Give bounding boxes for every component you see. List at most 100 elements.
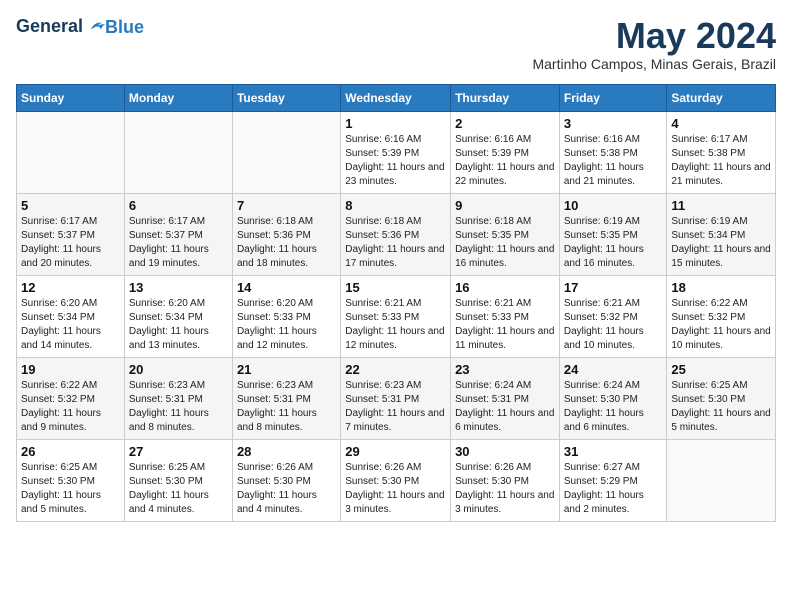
calendar-cell: 5 Sunrise: 6:17 AMSunset: 5:37 PMDaylight… <box>17 193 125 275</box>
calendar-cell: 30Sunrise: 6:26 AMSunset: 5:30 PMDayligh… <box>451 439 560 521</box>
weekday-header-row: SundayMondayTuesdayWednesdayThursdayFrid… <box>17 84 776 111</box>
calendar-cell: 12 Sunrise: 6:20 AMSunset: 5:34 PMDayligh… <box>17 275 125 357</box>
calendar-week-5: 26 Sunrise: 6:25 AMSunset: 5:30 PMDayligh… <box>17 439 776 521</box>
day-number: 24 <box>564 362 663 377</box>
day-number: 4 <box>671 116 771 131</box>
day-number: 23 <box>455 362 555 377</box>
calendar-week-4: 19 Sunrise: 6:22 AMSunset: 5:32 PMDayligh… <box>17 357 776 439</box>
day-number: 13 <box>129 280 228 295</box>
day-info: Sunrise: 6:20 AMSunset: 5:33 PMDaylight:… <box>237 297 336 353</box>
calendar-cell: 13 Sunrise: 6:20 AMSunset: 5:34 PMDayligh… <box>124 275 232 357</box>
calendar-cell: 17Sunrise: 6:21 AMSunset: 5:32 PMDayligh… <box>559 275 667 357</box>
day-info: Sunrise: 6:17 AMSunset: 5:37 PMDaylight:… <box>21 215 120 271</box>
day-info: Sunrise: 6:18 AMSunset: 5:36 PMDaylight:… <box>237 215 336 271</box>
day-info: Sunrise: 6:24 AMSunset: 5:30 PMDaylight:… <box>564 379 663 435</box>
day-number: 10 <box>564 198 663 213</box>
calendar-cell: 15 Sunrise: 6:21 AMSunset: 5:33 PMDayligh… <box>341 275 451 357</box>
day-number: 17 <box>564 280 663 295</box>
calendar-cell: 24 Sunrise: 6:24 AMSunset: 5:30 PMDayligh… <box>559 357 667 439</box>
logo-text: General <box>16 16 107 38</box>
location: Martinho Campos, Minas Gerais, Brazil <box>532 56 776 72</box>
calendar-cell: 8 Sunrise: 6:18 AMSunset: 5:36 PMDaylight… <box>341 193 451 275</box>
title-block: May 2024 Martinho Campos, Minas Gerais, … <box>532 16 776 72</box>
day-info: Sunrise: 6:18 AMSunset: 5:35 PMDaylight:… <box>455 215 555 271</box>
day-number: 15 <box>345 280 446 295</box>
day-info: Sunrise: 6:17 AMSunset: 5:38 PMDaylight:… <box>671 133 771 189</box>
day-number: 21 <box>237 362 336 377</box>
day-info: Sunrise: 6:19 AMSunset: 5:35 PMDaylight:… <box>564 215 663 271</box>
day-info: Sunrise: 6:22 AMSunset: 5:32 PMDaylight:… <box>671 297 771 353</box>
day-info: Sunrise: 6:18 AMSunset: 5:36 PMDaylight:… <box>345 215 446 271</box>
calendar-cell: 23Sunrise: 6:24 AMSunset: 5:31 PMDayligh… <box>451 357 560 439</box>
day-number: 22 <box>345 362 446 377</box>
day-number: 20 <box>129 362 228 377</box>
month-title: May 2024 <box>532 16 776 56</box>
calendar-cell: 20 Sunrise: 6:23 AMSunset: 5:31 PMDayligh… <box>124 357 232 439</box>
day-info: Sunrise: 6:23 AMSunset: 5:31 PMDaylight:… <box>237 379 336 435</box>
day-info: Sunrise: 6:22 AMSunset: 5:32 PMDaylight:… <box>21 379 120 435</box>
calendar-cell: 29Sunrise: 6:26 AMSunset: 5:30 PMDayligh… <box>341 439 451 521</box>
calendar-cell: 28 Sunrise: 6:26 AMSunset: 5:30 PMDayligh… <box>232 439 340 521</box>
calendar-week-3: 12 Sunrise: 6:20 AMSunset: 5:34 PMDayligh… <box>17 275 776 357</box>
weekday-header-saturday: Saturday <box>667 84 776 111</box>
day-number: 30 <box>455 444 555 459</box>
day-info: Sunrise: 6:23 AMSunset: 5:31 PMDaylight:… <box>345 379 446 435</box>
calendar-cell <box>667 439 776 521</box>
weekday-header-friday: Friday <box>559 84 667 111</box>
calendar-cell: 25Sunrise: 6:25 AMSunset: 5:30 PMDayligh… <box>667 357 776 439</box>
calendar-cell: 4 Sunrise: 6:17 AMSunset: 5:38 PMDaylight… <box>667 111 776 193</box>
calendar-body: 1 Sunrise: 6:16 AMSunset: 5:39 PMDaylight… <box>17 111 776 521</box>
calendar-cell: 31Sunrise: 6:27 AMSunset: 5:29 PMDayligh… <box>559 439 667 521</box>
day-number: 2 <box>455 116 555 131</box>
calendar-cell: 16 Sunrise: 6:21 AMSunset: 5:33 PMDayligh… <box>451 275 560 357</box>
day-number: 12 <box>21 280 120 295</box>
logo-bird-icon <box>85 16 107 38</box>
calendar-cell: 6Sunrise: 6:17 AMSunset: 5:37 PMDaylight… <box>124 193 232 275</box>
calendar-cell: 19 Sunrise: 6:22 AMSunset: 5:32 PMDayligh… <box>17 357 125 439</box>
day-number: 3 <box>564 116 663 131</box>
day-info: Sunrise: 6:21 AMSunset: 5:33 PMDaylight:… <box>345 297 446 353</box>
calendar-cell: 10 Sunrise: 6:19 AMSunset: 5:35 PMDayligh… <box>559 193 667 275</box>
day-number: 1 <box>345 116 446 131</box>
day-number: 9 <box>455 198 555 213</box>
calendar-cell: 26 Sunrise: 6:25 AMSunset: 5:30 PMDayligh… <box>17 439 125 521</box>
day-number: 28 <box>237 444 336 459</box>
weekday-header-wednesday: Wednesday <box>341 84 451 111</box>
calendar-cell: 7 Sunrise: 6:18 AMSunset: 5:36 PMDaylight… <box>232 193 340 275</box>
day-number: 7 <box>237 198 336 213</box>
weekday-header-monday: Monday <box>124 84 232 111</box>
calendar-cell <box>17 111 125 193</box>
calendar-cell: 9 Sunrise: 6:18 AMSunset: 5:35 PMDaylight… <box>451 193 560 275</box>
day-number: 26 <box>21 444 120 459</box>
weekday-header-thursday: Thursday <box>451 84 560 111</box>
day-number: 11 <box>671 198 771 213</box>
calendar-cell: 14 Sunrise: 6:20 AMSunset: 5:33 PMDayligh… <box>232 275 340 357</box>
day-info: Sunrise: 6:16 AMSunset: 5:39 PMDaylight:… <box>345 133 446 189</box>
day-info: Sunrise: 6:20 AMSunset: 5:34 PMDaylight:… <box>21 297 120 353</box>
calendar-cell: 21 Sunrise: 6:23 AMSunset: 5:31 PMDayligh… <box>232 357 340 439</box>
day-info: Sunrise: 6:23 AMSunset: 5:31 PMDaylight:… <box>129 379 228 435</box>
day-number: 25 <box>671 362 771 377</box>
day-number: 14 <box>237 280 336 295</box>
day-info: Sunrise: 6:26 AMSunset: 5:30 PMDaylight:… <box>237 461 336 517</box>
logo: General Blue <box>16 16 144 38</box>
day-number: 16 <box>455 280 555 295</box>
day-info: Sunrise: 6:19 AMSunset: 5:34 PMDaylight:… <box>671 215 771 271</box>
day-number: 18 <box>671 280 771 295</box>
day-info: Sunrise: 6:25 AMSunset: 5:30 PMDaylight:… <box>21 461 120 517</box>
day-number: 8 <box>345 198 446 213</box>
day-info: Sunrise: 6:27 AMSunset: 5:29 PMDaylight:… <box>564 461 663 517</box>
calendar-table: SundayMondayTuesdayWednesdayThursdayFrid… <box>16 84 776 522</box>
calendar-cell: 3 Sunrise: 6:16 AMSunset: 5:38 PMDaylight… <box>559 111 667 193</box>
calendar-cell: 22 Sunrise: 6:23 AMSunset: 5:31 PMDayligh… <box>341 357 451 439</box>
day-info: Sunrise: 6:21 AMSunset: 5:33 PMDaylight:… <box>455 297 555 353</box>
day-info: Sunrise: 6:20 AMSunset: 5:34 PMDaylight:… <box>129 297 228 353</box>
calendar-cell: 1 Sunrise: 6:16 AMSunset: 5:39 PMDaylight… <box>341 111 451 193</box>
day-info: Sunrise: 6:16 AMSunset: 5:38 PMDaylight:… <box>564 133 663 189</box>
weekday-header-tuesday: Tuesday <box>232 84 340 111</box>
logo-blue-text: Blue <box>105 17 144 38</box>
page-header: General Blue May 2024 Martinho Campos, M… <box>16 16 776 72</box>
day-number: 6 <box>129 198 228 213</box>
day-number: 19 <box>21 362 120 377</box>
day-number: 5 <box>21 198 120 213</box>
